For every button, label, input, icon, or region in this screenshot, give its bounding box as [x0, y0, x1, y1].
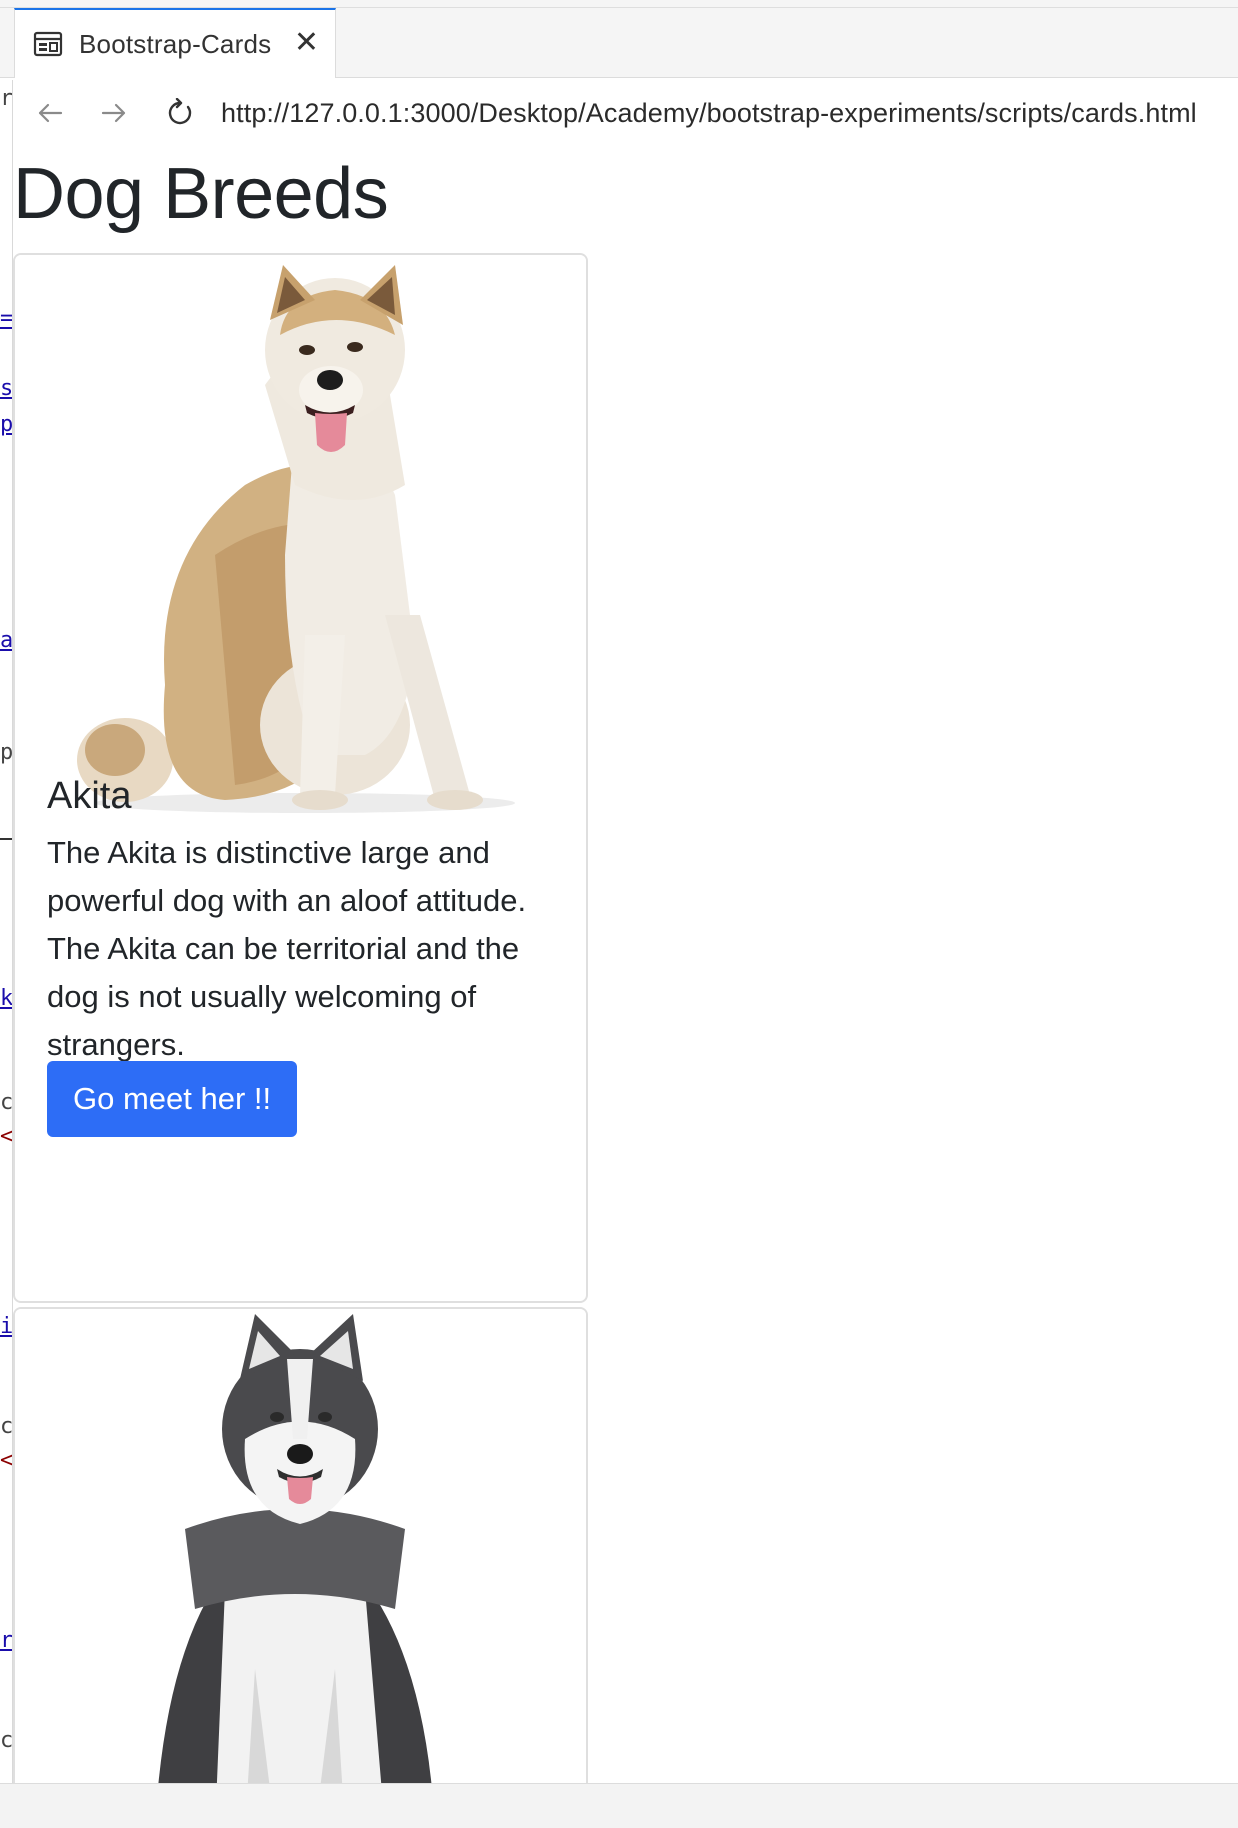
window-top-edge [0, 0, 1238, 8]
akita-photo [15, 255, 586, 815]
editor-fragment: r [0, 1628, 13, 1653]
editor-fragment: < [0, 1124, 13, 1149]
page-content: Dog Breeds Akita The Akita is distinctiv… [13, 147, 1238, 1783]
editor-fragment: a [0, 628, 13, 653]
editor-fragment: < [0, 1448, 13, 1473]
editor-fragment: i [0, 1314, 13, 1339]
editor-fragment: c [0, 1414, 13, 1439]
card-text: The Akita is distinctive large and power… [47, 835, 527, 1062]
editor-fragment: r [0, 86, 13, 111]
alaskan-malamute-photo [15, 1309, 586, 1783]
browser-tab[interactable]: Bootstrap-Cards ✕ [14, 8, 336, 78]
editor-fragment: p [0, 412, 13, 437]
navigation-bar: http://127.0.0.1:3000/Desktop/Academy/bo… [13, 79, 1238, 147]
page-layout-icon [33, 31, 63, 57]
editor-fragment: c [0, 1090, 13, 1115]
editor-fragment: k [0, 986, 13, 1011]
back-arrow-icon[interactable] [33, 96, 67, 130]
dog-card [13, 1307, 588, 1783]
editor-divider [0, 838, 12, 840]
address-bar-url[interactable]: http://127.0.0.1:3000/Desktop/Academy/bo… [221, 98, 1197, 129]
reload-icon[interactable] [163, 96, 197, 130]
editor-fragment: c [0, 1728, 13, 1753]
go-meet-her-button[interactable]: Go meet her !! [47, 1061, 298, 1137]
card-title: Akita [47, 775, 132, 817]
editor-panel-edge: r = s p a p k c < i c < r c [0, 80, 13, 1783]
forward-arrow-icon[interactable] [97, 96, 131, 130]
page-title: Dog Breeds [13, 154, 389, 234]
tab-bar: Bootstrap-Cards ✕ [0, 8, 1238, 78]
tab-title: Bootstrap-Cards [79, 28, 272, 59]
close-tab-icon[interactable]: ✕ [294, 28, 319, 58]
dog-card: Akita The Akita is distinctive large and… [13, 253, 588, 1303]
editor-fragment: s [0, 376, 13, 401]
editor-fragment: p [0, 740, 13, 765]
status-bar [0, 1783, 1238, 1828]
editor-fragment: = [0, 306, 13, 331]
